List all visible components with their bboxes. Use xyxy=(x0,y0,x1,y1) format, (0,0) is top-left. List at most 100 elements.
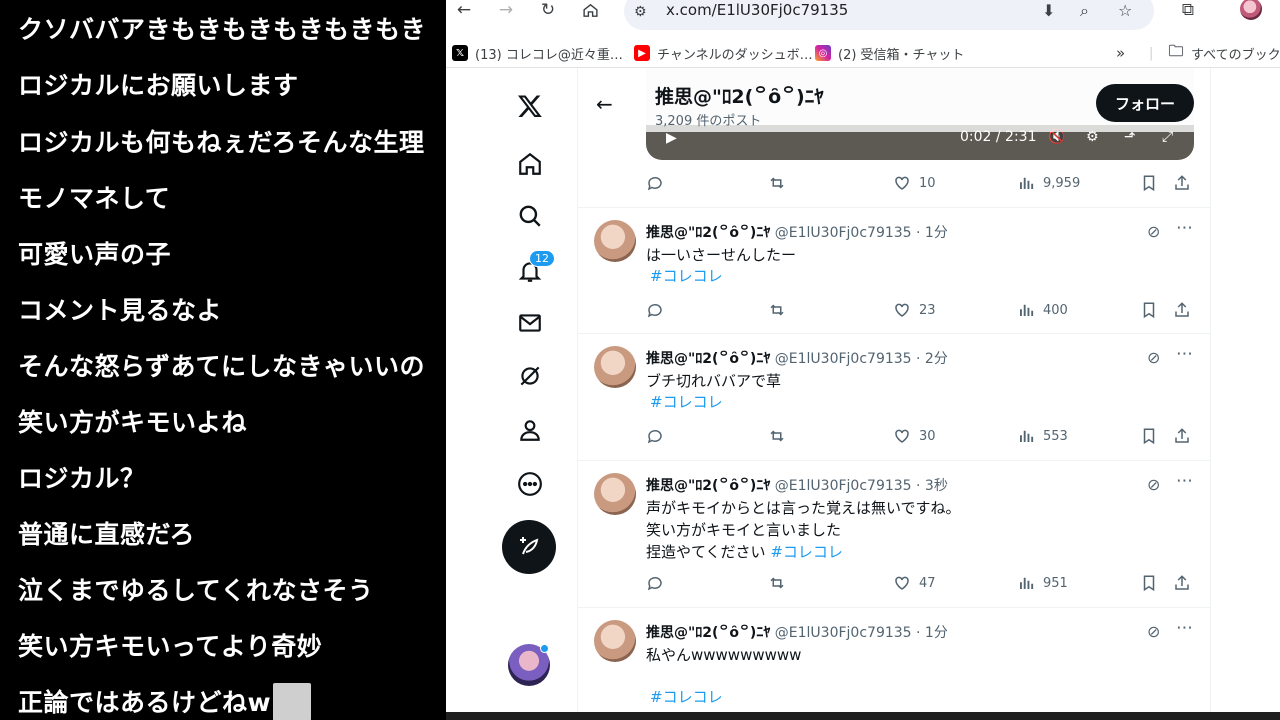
grok-nav-icon[interactable] xyxy=(512,358,548,394)
back-icon[interactable]: ← xyxy=(449,0,479,20)
more-options-icon[interactable]: ⋯ xyxy=(1176,344,1194,364)
like-button[interactable]: 47 xyxy=(893,574,936,592)
tweet-header: 推思@"ﾛ2(꒪ȏ꒪)ﾆﾔ @E1lU30Fj0c79135 · 2分 xyxy=(646,348,948,368)
hashtag-link[interactable]: #コレコレ xyxy=(650,391,723,412)
more-options-icon[interactable]: ⋯ xyxy=(1176,218,1194,238)
all-bookmarks-folder[interactable]: 🗀 すべてのブックマ xyxy=(1168,42,1280,63)
tweet-meta[interactable]: @E1lU30Fj0c79135 · 1分 xyxy=(775,225,948,241)
tweet[interactable]: 推思@"ﾛ2(꒪ȏ꒪)ﾆﾔ @E1lU30Fj0c79135 · 1分 ⊘ ⋯ … xyxy=(578,607,1210,720)
repost-button[interactable] xyxy=(768,301,794,319)
repost-button[interactable] xyxy=(768,574,794,592)
tweet-author-name[interactable]: 推思@"ﾛ2(꒪ȏ꒪)ﾆﾔ xyxy=(646,625,770,641)
views-button[interactable]: 951 xyxy=(1017,574,1068,592)
hashtag-link[interactable]: #コレコレ xyxy=(770,543,843,561)
more-options-icon[interactable]: ⋯ xyxy=(1176,471,1194,491)
bookmarks-bar: 𝕏 (13) コレコレ@近々重… ▶ チャンネルのダッシュボ… ◎ (2) 受信… xyxy=(446,38,1280,68)
tweet-header: 推思@"ﾛ2(꒪ȏ꒪)ﾆﾔ @E1lU30Fj0c79135 · 3秒 xyxy=(646,475,948,495)
address-bar[interactable]: ⚙ x.com/E1lU30Fj0c79135 ⬇ ⌕ ☆ xyxy=(624,0,1154,30)
back-arrow-icon[interactable]: ← xyxy=(596,92,613,116)
compose-post-button[interactable] xyxy=(502,520,556,574)
comment-line: 正論ではあるけどねw xyxy=(18,683,312,720)
views-button[interactable]: 400 xyxy=(1017,301,1068,319)
hashtag-link[interactable]: #コレコレ xyxy=(650,265,723,286)
tweet-meta[interactable]: @E1lU30Fj0c79135 · 1分 xyxy=(775,625,948,641)
bookmark-label: (2) 受信箱・チャット xyxy=(838,47,965,63)
grok-icon[interactable]: ⊘ xyxy=(1147,348,1160,367)
tweet-meta[interactable]: @E1lU30Fj0c79135 · 2分 xyxy=(775,351,948,367)
heart-icon xyxy=(895,429,909,443)
tweet-avatar[interactable] xyxy=(594,220,636,262)
reply-button[interactable] xyxy=(646,301,672,319)
tweet-actions: 23 400 xyxy=(646,299,1194,323)
views-icon xyxy=(1020,577,1034,589)
zoom-icon[interactable]: ⌕ xyxy=(1080,1,1089,21)
install-app-icon[interactable]: ⬇ xyxy=(1042,1,1055,20)
browser-profile-avatar[interactable] xyxy=(1240,0,1262,20)
profile-nav-icon[interactable] xyxy=(512,412,548,448)
search-nav-icon[interactable] xyxy=(512,198,548,234)
hashtag-link[interactable]: #コレコレ xyxy=(650,686,723,707)
forward-icon[interactable]: → xyxy=(491,0,521,20)
comment-line: 泣くまでゆるしてくれなさそう xyxy=(18,576,374,605)
home-icon[interactable] xyxy=(575,0,605,20)
tweet[interactable]: 推思@"ﾛ2(꒪ȏ꒪)ﾆﾔ @E1lU30Fj0c79135 · 2分 ⊘ ⋯ … xyxy=(578,333,1210,460)
reply-button[interactable] xyxy=(646,427,672,445)
share-button[interactable] xyxy=(1173,174,1199,192)
like-button[interactable]: 30 xyxy=(893,427,936,445)
bookmark-star-icon[interactable]: ☆ xyxy=(1118,1,1132,20)
views-button[interactable]: 9,959 xyxy=(1017,174,1080,192)
repost-button[interactable] xyxy=(768,427,794,445)
views-button[interactable]: 553 xyxy=(1017,427,1068,445)
tweet-actions: 47 951 xyxy=(646,572,1194,596)
tweet-author-name[interactable]: 推思@"ﾛ2(꒪ȏ꒪)ﾆﾔ xyxy=(646,351,770,367)
bookmark-item[interactable]: 𝕏 (13) コレコレ@近々重… xyxy=(452,43,623,63)
tweet-author-name[interactable]: 推思@"ﾛ2(꒪ȏ꒪)ﾆﾔ xyxy=(646,478,770,494)
bookmark-item[interactable]: ▶ チャンネルのダッシュボ… xyxy=(634,43,813,63)
tweet-line: 捏造やてください #コレコレ xyxy=(646,541,961,563)
window-bottom-edge xyxy=(446,712,1280,720)
share-button[interactable] xyxy=(1173,574,1199,592)
like-button[interactable]: 23 xyxy=(893,301,936,319)
reply-button[interactable] xyxy=(646,174,672,192)
like-count: 23 xyxy=(919,302,936,318)
x-sidebar-nav: 12 xyxy=(490,68,578,720)
share-button[interactable] xyxy=(1173,301,1199,319)
repost-button[interactable] xyxy=(768,174,794,192)
tweet-avatar[interactable] xyxy=(594,620,636,662)
reload-icon[interactable]: ↻ xyxy=(533,0,563,20)
bookmark-button[interactable] xyxy=(1140,174,1166,192)
bookmark-item[interactable]: ◎ (2) 受信箱・チャット xyxy=(815,43,964,63)
tweet-author-name[interactable]: 推思@"ﾛ2(꒪ȏ꒪)ﾆﾔ xyxy=(646,225,770,241)
messages-nav-icon[interactable] xyxy=(512,305,548,341)
tweet-line: 笑い方がキモイと言いました xyxy=(646,521,842,539)
bookmark-icon xyxy=(1143,302,1155,319)
home-nav-icon[interactable] xyxy=(512,146,548,182)
site-settings-icon[interactable]: ⚙ xyxy=(634,4,647,20)
x-logo-icon[interactable] xyxy=(512,88,548,124)
follow-button[interactable]: フォロー xyxy=(1096,84,1194,122)
more-options-icon[interactable]: ⋯ xyxy=(1176,618,1194,638)
comment-line: クソババアきもきもきもきもきもき xyxy=(18,15,427,44)
extensions-icon[interactable]: ⧉ xyxy=(1173,0,1203,20)
tweet[interactable]: 推思@"ﾛ2(꒪ȏ꒪)ﾆﾔ @E1lU30Fj0c79135 · 3秒 ⊘ ⋯ … xyxy=(578,460,1210,607)
reply-button[interactable] xyxy=(646,574,672,592)
play-icon[interactable]: ▶ xyxy=(666,130,677,146)
like-button[interactable]: 10 xyxy=(893,174,936,192)
bookmark-button[interactable] xyxy=(1140,427,1166,445)
more-nav-icon[interactable] xyxy=(512,466,548,502)
comment-line: 可愛い声の子 xyxy=(18,240,172,269)
tweet-meta[interactable]: @E1lU30Fj0c79135 · 3秒 xyxy=(775,478,948,494)
more-bookmarks-icon[interactable]: » xyxy=(1116,43,1125,63)
grok-icon[interactable]: ⊘ xyxy=(1147,475,1160,494)
tweet-avatar[interactable] xyxy=(594,346,636,388)
bookmark-button[interactable] xyxy=(1140,574,1166,592)
tweet[interactable]: 推思@"ﾛ2(꒪ȏ꒪)ﾆﾔ @E1lU30Fj0c79135 · 1分 ⊘ ⋯ … xyxy=(578,207,1210,333)
grok-icon[interactable]: ⊘ xyxy=(1147,222,1160,241)
commenter-avatar xyxy=(273,683,312,720)
bookmark-button[interactable] xyxy=(1140,301,1166,319)
grok-icon[interactable]: ⊘ xyxy=(1147,622,1160,641)
tweet-avatar[interactable] xyxy=(594,473,636,515)
like-count: 47 xyxy=(919,575,936,591)
url-text[interactable]: x.com/E1lU30Fj0c79135 xyxy=(666,1,848,19)
share-button[interactable] xyxy=(1173,427,1199,445)
